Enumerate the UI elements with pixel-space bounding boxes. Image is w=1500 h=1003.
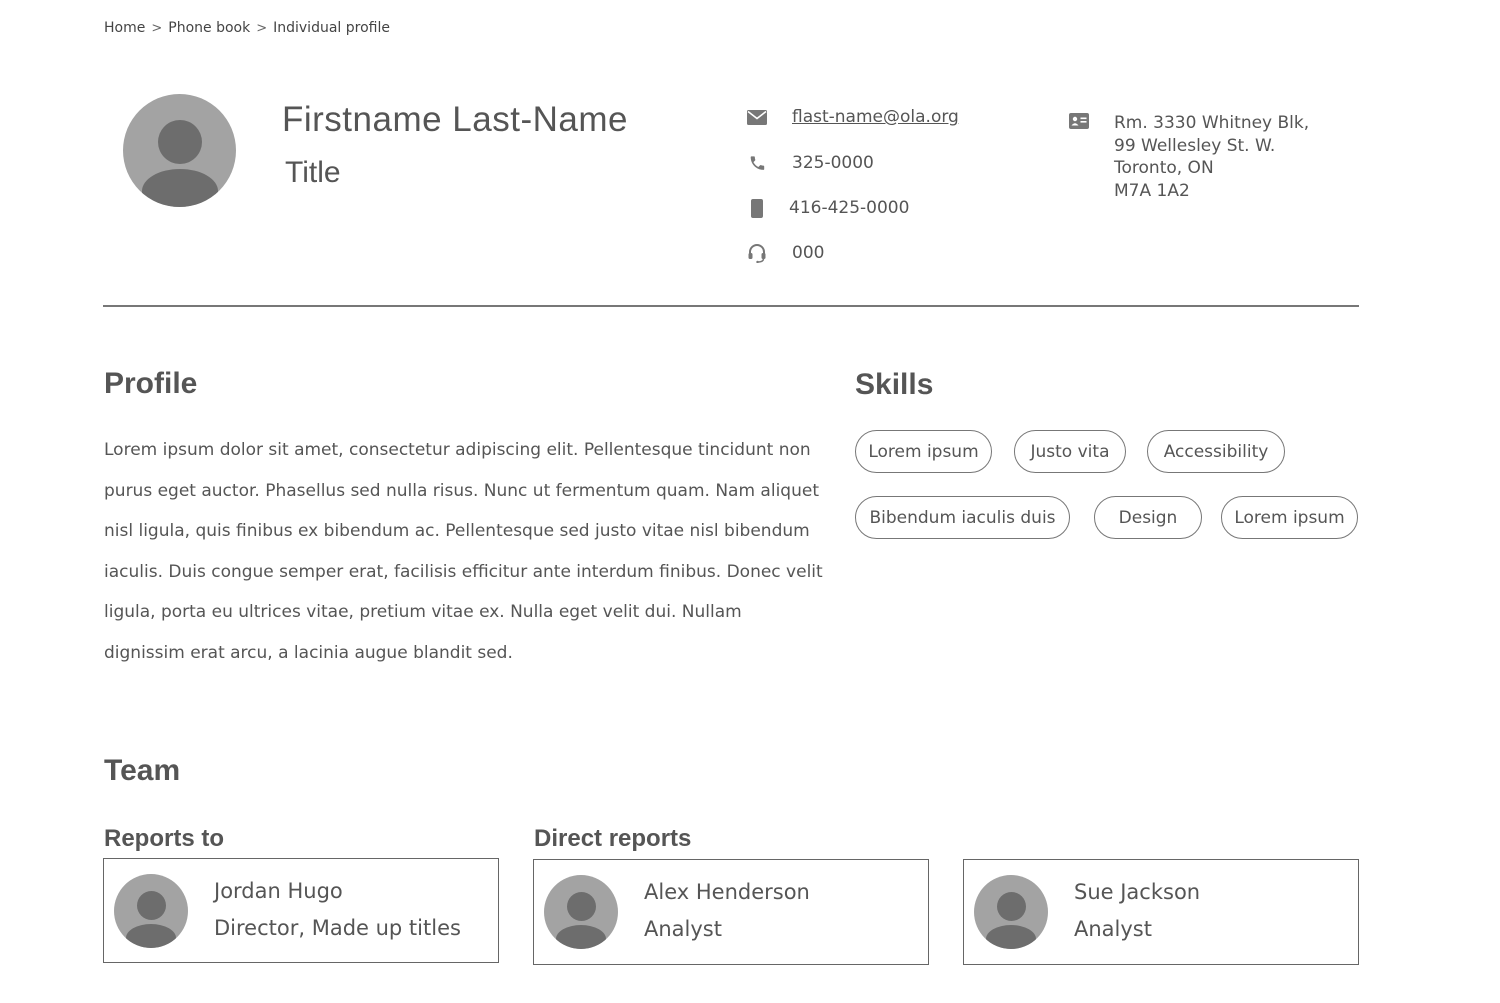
mobile-phone-icon	[746, 198, 768, 218]
breadcrumb-phone-book-link[interactable]: Phone book	[168, 20, 250, 36]
breadcrumb-home-link[interactable]: Home	[104, 20, 145, 36]
reports-to-card[interactable]: Jordan Hugo Director, Made up titles	[103, 858, 499, 963]
direct-report-card[interactable]: Alex Henderson Analyst	[533, 859, 929, 965]
breadcrumb-current: Individual profile	[273, 20, 390, 36]
skill-chip[interactable]: Accessibility	[1147, 430, 1285, 473]
contact-phone-row: 325-0000	[746, 153, 874, 173]
skill-chip[interactable]: Justo vita	[1014, 430, 1126, 473]
address-line: M7A 1A2	[1114, 180, 1190, 201]
envelope-icon	[746, 107, 768, 127]
breadcrumb-separator: >	[151, 20, 163, 36]
direct-report-card[interactable]: Sue Jackson Analyst	[963, 859, 1359, 965]
office-address: Rm. 3330 Whitney Blk, 99 Wellesley St. W…	[1114, 112, 1309, 202]
team-member-title: Analyst	[1074, 917, 1152, 941]
team-member-title: Director, Made up titles	[214, 916, 461, 940]
skill-chip[interactable]: Lorem ipsum	[855, 430, 992, 473]
mobile-number: 416-425-0000	[789, 198, 910, 218]
person-title: Title	[285, 156, 341, 189]
headset-icon	[746, 243, 768, 263]
header-divider	[103, 305, 1359, 307]
team-member-title: Analyst	[644, 917, 722, 941]
address-line: Rm. 3330 Whitney Blk,	[1114, 113, 1310, 133]
email-link[interactable]: flast-name@ola.org	[792, 107, 959, 127]
direct-reports-heading: Direct reports	[534, 825, 692, 852]
address-card-icon	[1069, 113, 1089, 129]
skill-chip[interactable]: Design	[1094, 496, 1202, 539]
breadcrumb: Home > Phone book > Individual profile	[104, 20, 390, 36]
profile-heading: Profile	[104, 367, 198, 400]
person-name: Firstname Last-Name	[282, 100, 628, 139]
team-member-name: Jordan Hugo	[214, 879, 343, 903]
skill-chip[interactable]: Lorem ipsum	[1221, 496, 1358, 539]
team-member-name: Sue Jackson	[1074, 880, 1201, 904]
skill-chip[interactable]: Bibendum iaculis duis	[855, 496, 1070, 539]
avatar	[114, 874, 188, 948]
team-member-name: Alex Henderson	[644, 880, 810, 904]
reports-to-heading: Reports to	[104, 825, 224, 852]
profile-text: Lorem ipsum dolor sit amet, consectetur …	[104, 440, 823, 663]
team-heading: Team	[104, 754, 181, 787]
contact-email-row: flast-name@ola.org	[746, 107, 959, 127]
contact-mobile-row: 416-425-0000	[746, 198, 909, 218]
avatar	[974, 875, 1048, 949]
avatar	[544, 875, 618, 949]
address-line: 99 Wellesley St. W.	[1114, 135, 1276, 156]
phone-number: 325-0000	[792, 153, 874, 173]
skills-heading: Skills	[855, 368, 934, 401]
address-line: Toronto, ON	[1114, 158, 1214, 178]
contact-support-row: 000	[746, 243, 824, 263]
breadcrumb-separator: >	[256, 20, 268, 36]
profile-avatar	[123, 94, 236, 207]
phone-icon	[746, 153, 768, 173]
support-extension: 000	[792, 243, 825, 263]
